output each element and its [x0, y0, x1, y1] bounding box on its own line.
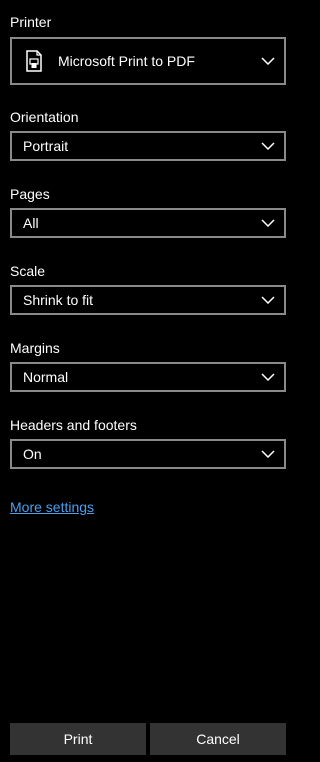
scale-select[interactable]: Shrink to fit: [10, 285, 286, 315]
pages-value: All: [23, 215, 39, 231]
chevron-down-icon: [261, 450, 275, 458]
printer-value: Microsoft Print to PDF: [58, 53, 195, 69]
more-settings-link[interactable]: More settings: [10, 499, 94, 515]
margins-label: Margins: [10, 340, 60, 356]
pages-select[interactable]: All: [10, 208, 286, 238]
scale-value: Shrink to fit: [23, 292, 94, 308]
chevron-down-icon: [261, 142, 275, 150]
orientation-select[interactable]: Portrait: [10, 131, 286, 161]
headers-footers-label: Headers and footers: [10, 417, 137, 433]
pages-label: Pages: [10, 186, 50, 202]
margins-select[interactable]: Normal: [10, 362, 286, 392]
chevron-down-icon: [261, 296, 275, 304]
headers-footers-select[interactable]: On: [10, 439, 286, 469]
orientation-label: Orientation: [10, 109, 79, 125]
chevron-down-icon: [261, 219, 275, 227]
print-button[interactable]: Print: [10, 723, 146, 755]
headers-footers-value: On: [23, 446, 42, 462]
orientation-value: Portrait: [23, 138, 69, 154]
margins-value: Normal: [23, 369, 69, 385]
printer-label: Printer: [10, 14, 52, 30]
chevron-down-icon: [261, 57, 275, 65]
printer-select[interactable]: Microsoft Print to PDF: [10, 37, 286, 85]
printer-document-icon: [26, 50, 42, 72]
chevron-down-icon: [261, 373, 275, 381]
cancel-button[interactable]: Cancel: [150, 723, 286, 755]
scale-label: Scale: [10, 263, 46, 279]
